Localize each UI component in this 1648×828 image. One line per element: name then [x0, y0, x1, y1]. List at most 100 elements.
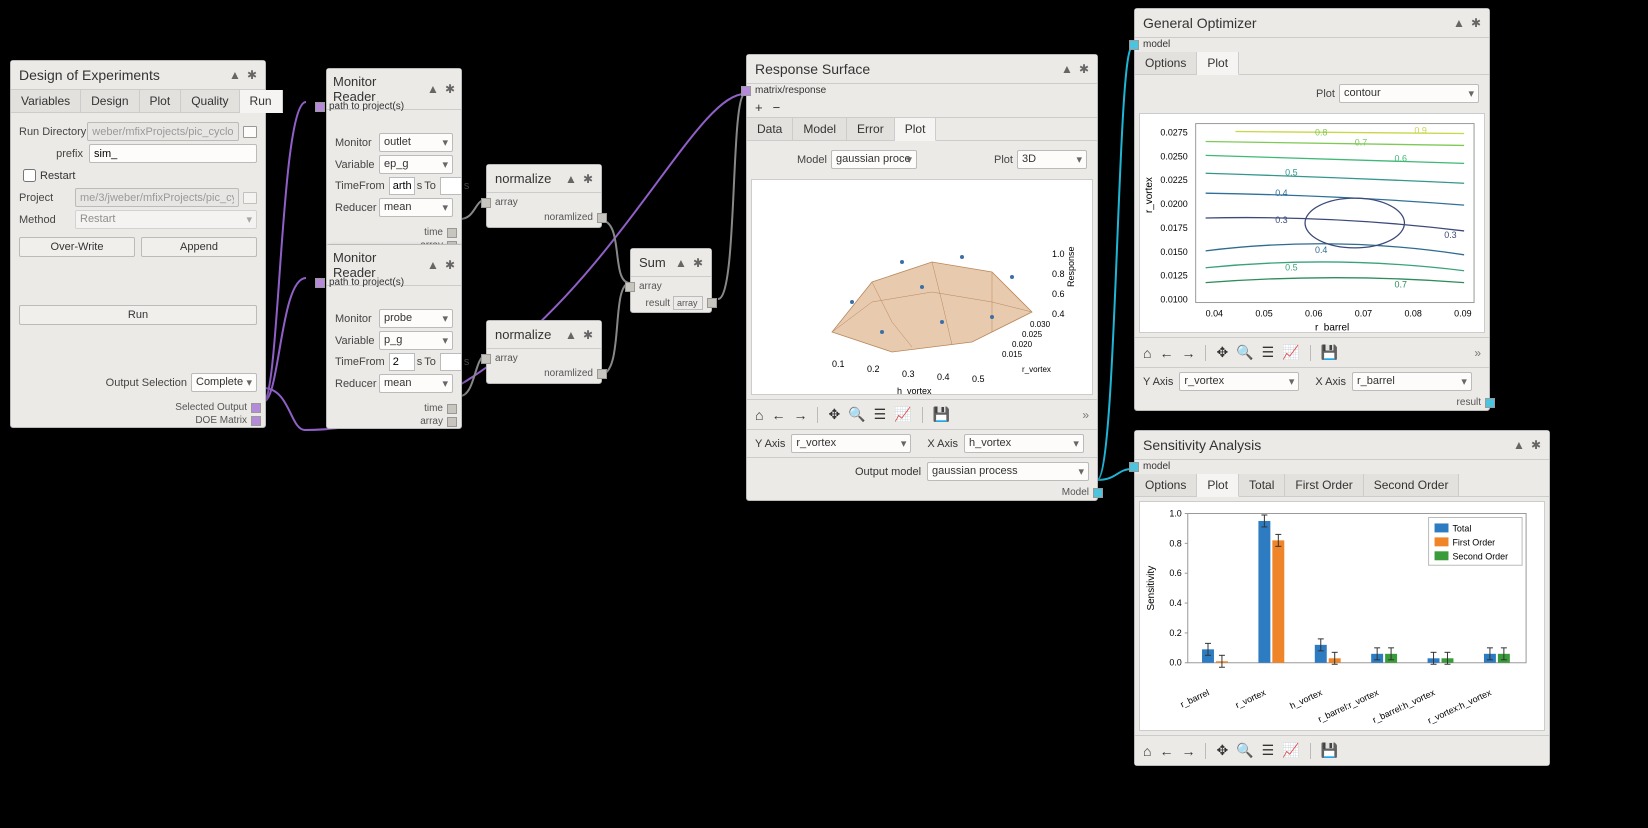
chart-icon[interactable]: 📈 [1282, 344, 1299, 361]
rs-title-bar[interactable]: Response Surface▲✱ [747, 55, 1097, 84]
forward-icon[interactable]: → [1181, 743, 1195, 759]
tab-run[interactable]: Run [240, 90, 283, 113]
method-select[interactable]: Restart [75, 210, 257, 229]
mr1-path-port[interactable] [315, 102, 325, 112]
back-icon[interactable]: ← [1159, 345, 1173, 361]
sliders-icon[interactable]: ☰ [874, 406, 887, 423]
folder-icon[interactable] [243, 192, 257, 204]
run-dir-input[interactable] [87, 122, 239, 141]
sa-tab-plot[interactable]: Plot [1197, 474, 1239, 497]
mr1-from-input[interactable] [389, 177, 415, 195]
rs-tab-data[interactable]: Data [747, 118, 793, 140]
warn-icon[interactable]: ▲ [565, 328, 577, 342]
mr1-monitor-select[interactable]: outlet [379, 133, 453, 152]
save-icon[interactable]: 💾 [933, 406, 950, 423]
mr2-time-port[interactable] [447, 404, 457, 414]
back-icon[interactable]: ← [771, 407, 785, 423]
norm2-array-in-port[interactable] [481, 354, 491, 364]
move-icon[interactable]: ✥ [828, 406, 840, 423]
overwrite-button[interactable]: Over-Write [19, 237, 135, 257]
rs-tab-plot[interactable]: Plot [895, 118, 937, 141]
run-icon[interactable]: ✱ [583, 172, 593, 186]
sa-title-bar[interactable]: Sensitivity Analysis▲✱ [1135, 431, 1549, 460]
forward-icon[interactable]: → [793, 407, 807, 423]
home-icon[interactable]: ⌂ [1143, 743, 1151, 759]
save-icon[interactable]: 💾 [1321, 742, 1338, 759]
rs-yaxis-select[interactable]: r_vortex [791, 434, 911, 453]
go-result-port[interactable] [1485, 398, 1495, 408]
sum-array-in-port[interactable] [625, 282, 635, 292]
rs-tab-model[interactable]: Model [793, 118, 847, 140]
rs-plot-type-select[interactable]: 3D [1017, 150, 1087, 169]
run-button[interactable]: Run [19, 305, 257, 325]
sliders-icon[interactable]: ☰ [1262, 742, 1275, 759]
rs-model-select[interactable]: gaussian proce [831, 150, 917, 169]
run-icon[interactable]: ✱ [1471, 16, 1481, 30]
mr2-reducer-select[interactable]: mean [379, 374, 453, 393]
go-plot-type-select[interactable]: contour [1339, 84, 1479, 103]
norm1-title-bar[interactable]: normalize▲✱ [487, 165, 601, 193]
rs-model-port[interactable] [1093, 488, 1103, 498]
chart-icon[interactable]: 📈 [894, 406, 911, 423]
chart-icon[interactable]: 📈 [1282, 742, 1299, 759]
selected-output-port[interactable] [251, 403, 261, 413]
minus-icon[interactable]: − [773, 100, 781, 115]
sa-tab-total[interactable]: Total [1239, 474, 1285, 496]
mr2-monitor-select[interactable]: probe [379, 309, 453, 328]
go-model-port[interactable] [1129, 40, 1139, 50]
back-icon[interactable]: ← [1159, 743, 1173, 759]
run-icon[interactable]: ✱ [1079, 62, 1089, 76]
norm2-title-bar[interactable]: normalize▲✱ [487, 321, 601, 349]
mr2-variable-select[interactable]: p_g [379, 331, 453, 350]
zoom-icon[interactable]: 🔍 [848, 406, 865, 423]
mr1-variable-select[interactable]: ep_g [379, 155, 453, 174]
doe-title-bar[interactable]: Design of Experiments ▲✱ [11, 61, 265, 90]
mr2-path-port[interactable] [315, 278, 325, 288]
mr2-from-input[interactable] [389, 353, 415, 371]
rs-output-model-select[interactable]: gaussian process [927, 462, 1089, 481]
move-icon[interactable]: ✥ [1216, 742, 1228, 759]
sa-model-port[interactable] [1129, 462, 1139, 472]
prefix-input[interactable] [89, 144, 257, 163]
sa-tab-second[interactable]: Second Order [1364, 474, 1460, 496]
run-icon[interactable]: ✱ [1531, 438, 1541, 452]
mr2-to-input[interactable] [440, 353, 462, 371]
forward-icon[interactable]: → [1181, 345, 1195, 361]
warn-icon[interactable]: ▲ [1453, 16, 1465, 30]
rs-xaxis-select[interactable]: h_vortex [964, 434, 1084, 453]
go-contour-chart[interactable]: 0.3 0.3 0.4 0.4 0.5 0.5 0.6 0.7 0.7 0.8 … [1139, 113, 1485, 333]
sa-bar-chart[interactable]: 0.00.20.40.60.81.0Sensitivityr_barrelr_v… [1139, 501, 1545, 731]
sa-tab-options[interactable]: Options [1135, 474, 1197, 496]
norm1-out-port[interactable] [597, 213, 607, 223]
mr2-array-port[interactable] [447, 417, 457, 427]
norm2-out-port[interactable] [597, 369, 607, 379]
mr1-to-input[interactable] [440, 177, 462, 195]
warn-icon[interactable]: ▲ [1061, 62, 1073, 76]
rs-3d-chart[interactable]: 1.00.80.60.4 Response 0.10.20.30.40.5 h_… [751, 179, 1093, 395]
run-icon[interactable]: ✱ [583, 328, 593, 342]
go-xaxis-select[interactable]: r_barrel [1352, 372, 1472, 391]
sliders-icon[interactable]: ☰ [1262, 344, 1275, 361]
append-button[interactable]: Append [141, 237, 257, 257]
doe-matrix-port[interactable] [251, 416, 261, 426]
expand-icon[interactable]: » [1474, 346, 1481, 360]
run-icon[interactable]: ✱ [247, 68, 257, 82]
zoom-icon[interactable]: 🔍 [1236, 344, 1253, 361]
warn-icon[interactable]: ▲ [1513, 438, 1525, 452]
folder-icon[interactable] [243, 126, 257, 138]
tab-quality[interactable]: Quality [181, 90, 239, 112]
output-selection-select[interactable]: Complete [191, 373, 257, 392]
run-icon[interactable]: ✱ [693, 256, 703, 270]
tab-variables[interactable]: Variables [11, 90, 81, 112]
run-icon[interactable]: ✱ [445, 258, 455, 272]
sum-result-port[interactable] [707, 298, 717, 308]
norm1-array-in-port[interactable] [481, 198, 491, 208]
warn-icon[interactable]: ▲ [427, 82, 439, 96]
go-yaxis-select[interactable]: r_vortex [1179, 372, 1299, 391]
tab-plot[interactable]: Plot [140, 90, 182, 112]
warn-icon[interactable]: ▲ [229, 68, 241, 82]
go-tab-plot[interactable]: Plot [1197, 52, 1239, 75]
rs-matrix-port[interactable] [741, 86, 751, 96]
project-input[interactable] [75, 188, 239, 207]
rs-tab-error[interactable]: Error [847, 118, 895, 140]
